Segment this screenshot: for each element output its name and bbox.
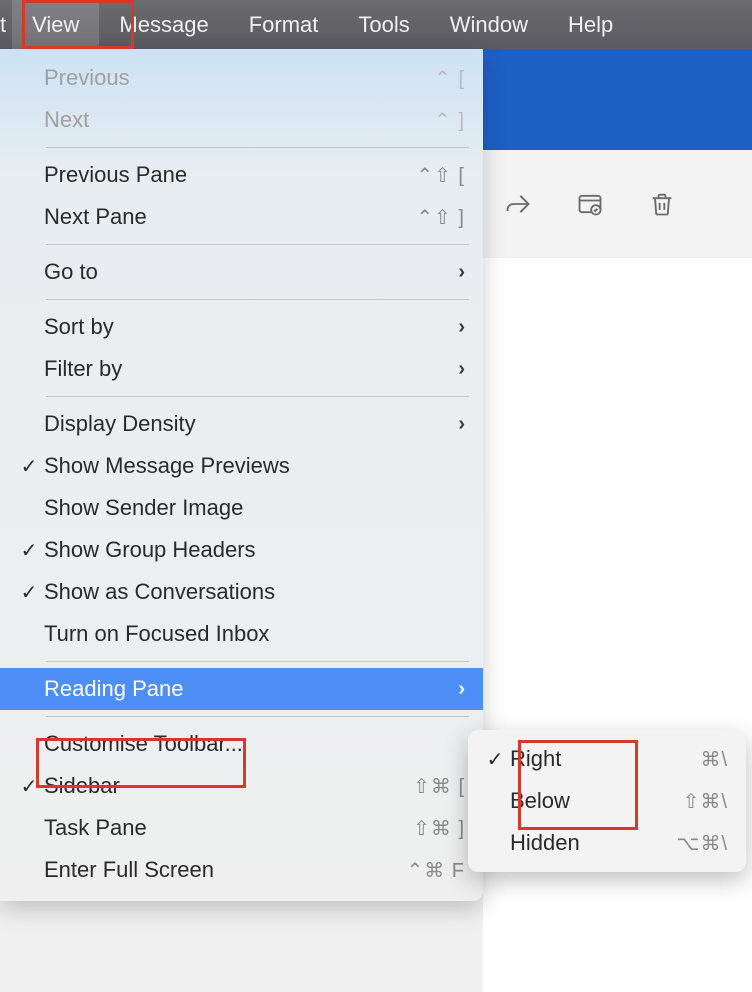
menu-item-reading-pane[interactable]: Reading Pane › <box>0 668 483 710</box>
submenu-item-below[interactable]: Below ⇧⌘\ <box>468 780 746 822</box>
submenu-item-hidden[interactable]: Hidden ⌥⌘\ <box>468 822 746 864</box>
menubar-item-prev[interactable]: t <box>0 0 12 49</box>
menu-divider <box>46 661 469 662</box>
menu-item-full-screen[interactable]: Enter Full Screen ⌃⌘ F <box>0 849 483 891</box>
menubar-item-help[interactable]: Help <box>548 0 633 49</box>
menu-item-show-message-previews[interactable]: ✓ Show Message Previews <box>0 445 483 487</box>
toolbar-area <box>483 150 752 258</box>
chevron-right-icon: › <box>458 261 465 284</box>
menu-item-previous: Previous ⌃ [ <box>0 57 483 99</box>
checkmark-icon: ✓ <box>480 747 510 772</box>
menubar-item-view[interactable]: View <box>12 0 99 49</box>
content-area <box>483 258 752 992</box>
menu-divider <box>46 244 469 245</box>
checkmark-icon: ✓ <box>14 774 44 799</box>
chevron-right-icon: › <box>458 413 465 436</box>
reading-pane-submenu: ✓ Right ⌘\ Below ⇧⌘\ Hidden ⌥⌘\ <box>468 730 746 872</box>
menu-item-previous-pane[interactable]: Previous Pane ⌃⇧ [ <box>0 154 483 196</box>
menubar-item-message[interactable]: Message <box>99 0 228 49</box>
forward-icon[interactable] <box>503 190 533 218</box>
menu-divider <box>46 147 469 148</box>
checkmark-icon: ✓ <box>14 454 44 479</box>
menu-item-display-density[interactable]: Display Density › <box>0 403 483 445</box>
menu-divider <box>46 396 469 397</box>
chevron-right-icon: › <box>458 678 465 701</box>
menu-item-filter-by[interactable]: Filter by › <box>0 348 483 390</box>
checkmark-icon: ✓ <box>14 580 44 605</box>
menu-item-show-as-conversations[interactable]: ✓ Show as Conversations <box>0 571 483 613</box>
menu-item-next-pane[interactable]: Next Pane ⌃⇧ ] <box>0 196 483 238</box>
menu-item-show-group-headers[interactable]: ✓ Show Group Headers <box>0 529 483 571</box>
view-dropdown-menu: Previous ⌃ [ Next ⌃ ] Previous Pane ⌃⇧ [… <box>0 49 483 901</box>
menubar-item-window[interactable]: Window <box>430 0 548 49</box>
menu-divider <box>46 299 469 300</box>
submenu-item-right[interactable]: ✓ Right ⌘\ <box>468 738 746 780</box>
menu-item-customise-toolbar[interactable]: Customise Toolbar... <box>0 723 483 765</box>
trash-icon[interactable] <box>647 190 677 218</box>
chevron-right-icon: › <box>458 358 465 381</box>
menubar-item-tools[interactable]: Tools <box>338 0 429 49</box>
menu-item-show-sender-image[interactable]: Show Sender Image <box>0 487 483 529</box>
chevron-right-icon: › <box>458 316 465 339</box>
menu-item-sort-by[interactable]: Sort by › <box>0 306 483 348</box>
archive-icon[interactable] <box>575 190 605 218</box>
menu-item-sidebar[interactable]: ✓ Sidebar ⇧⌘ [ <box>0 765 483 807</box>
menubar: t View Message Format Tools Window Help <box>0 0 752 49</box>
menu-item-go-to[interactable]: Go to › <box>0 251 483 293</box>
menubar-item-format[interactable]: Format <box>229 0 339 49</box>
checkmark-icon: ✓ <box>14 538 44 563</box>
menu-divider <box>46 716 469 717</box>
menu-item-next: Next ⌃ ] <box>0 99 483 141</box>
menu-item-focused-inbox[interactable]: Turn on Focused Inbox <box>0 613 483 655</box>
menu-item-task-pane[interactable]: Task Pane ⇧⌘ ] <box>0 807 483 849</box>
